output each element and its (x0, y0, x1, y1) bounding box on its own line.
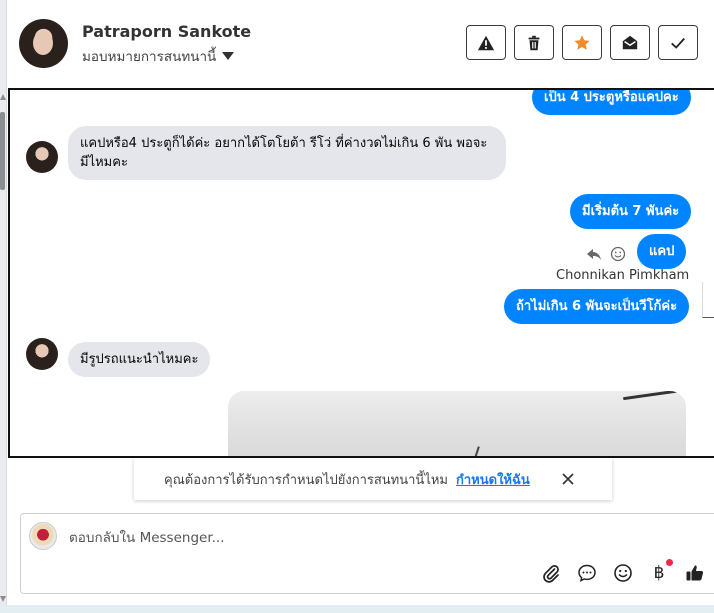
attach-button[interactable] (540, 562, 562, 584)
contact-avatar[interactable] (19, 19, 68, 68)
caret-down-icon (222, 52, 235, 60)
message-tools (586, 246, 626, 262)
star-icon (574, 34, 590, 50)
report-button[interactable] (466, 25, 506, 60)
composer-tools: ฿ (540, 559, 706, 584)
warning-icon (477, 35, 495, 50)
like-button[interactable] (684, 562, 706, 584)
mark-unread-button[interactable] (610, 25, 650, 60)
paperclip-icon (543, 565, 559, 583)
notification-dot (666, 559, 673, 566)
reply-composer: ฿ (20, 513, 714, 594)
page-avatar (29, 522, 57, 550)
banner-text: คุณต้องการได้รับการกำหนดไปยังการสนทนานี้… (164, 472, 448, 488)
sender-name: Chonnikan Pimkham (556, 268, 690, 283)
message-outgoing[interactable]: เป็น 4 ประตูหรือแคปคะ (532, 90, 691, 115)
conversation-header: Patraporn Sankote มอบหมายการสนทนานี้ (8, 0, 714, 88)
chat-bubble-icon (578, 564, 596, 582)
emoji-button[interactable] (612, 562, 634, 584)
smiley-icon (614, 564, 632, 582)
star-button[interactable] (562, 25, 602, 60)
assignment-prompt-banner: คุณต้องการได้รับการกำหนดไปยังการสนทนานี้… (134, 458, 612, 500)
contact-avatar-small (26, 338, 58, 370)
close-icon[interactable] (558, 469, 578, 489)
baht-icon: ฿ (653, 563, 665, 583)
bottom-bar (0, 605, 714, 613)
messenger-conversation-panel: Patraporn Sankote มอบหมายการสนทนานี้ เป็… (0, 0, 714, 613)
side-panel-edge (702, 282, 714, 318)
header-actions (466, 25, 698, 60)
photo-attachment[interactable] (228, 391, 686, 456)
trash-icon (528, 35, 540, 50)
scroll-down-arrow-icon[interactable] (0, 596, 6, 602)
thumbs-up-icon (686, 565, 704, 581)
message-incoming[interactable]: มีรูปรถแนะนำไหมคะ (68, 342, 211, 377)
payment-button[interactable]: ฿ (648, 559, 673, 584)
assign-to-me-link[interactable]: กำหนดให้ฉัน (456, 469, 530, 490)
reply-input[interactable] (69, 528, 669, 548)
done-button[interactable] (658, 25, 698, 60)
react-emoji-icon[interactable] (610, 246, 626, 262)
assign-label: มอบหมายการสนทนานี้ (82, 49, 217, 65)
contact-avatar-small (26, 141, 58, 173)
scrollbar-thumb[interactable] (0, 112, 5, 190)
message-outgoing[interactable]: ถ้าไม่เกิน 6 พันจะเป็นวีโก้ค่ะ (504, 289, 690, 324)
assign-conversation-dropdown[interactable]: มอบหมายการสนทนานี้ (82, 45, 235, 67)
scroll-up-arrow-icon[interactable] (0, 94, 6, 100)
message-outgoing[interactable]: แคป (637, 234, 687, 269)
message-outgoing[interactable]: มีเริ่มต้น 7 พันค่ะ (570, 194, 692, 229)
saved-replies-button[interactable] (576, 562, 598, 584)
reply-icon[interactable] (586, 246, 602, 262)
envelope-open-icon (622, 35, 638, 49)
check-icon (671, 37, 685, 49)
page-scrollbar[interactable] (0, 0, 7, 613)
message-thread[interactable]: เป็น 4 ประตูหรือแคปคะ แคปหรือ4 ประตูก็ได… (8, 88, 714, 458)
contact-name[interactable]: Patraporn Sankote (82, 22, 251, 41)
delete-button[interactable] (514, 25, 554, 60)
message-incoming[interactable]: แคปหรือ4 ประตูก็ได้ค่ะ อยากได้โตโยต้า รี… (68, 126, 506, 180)
